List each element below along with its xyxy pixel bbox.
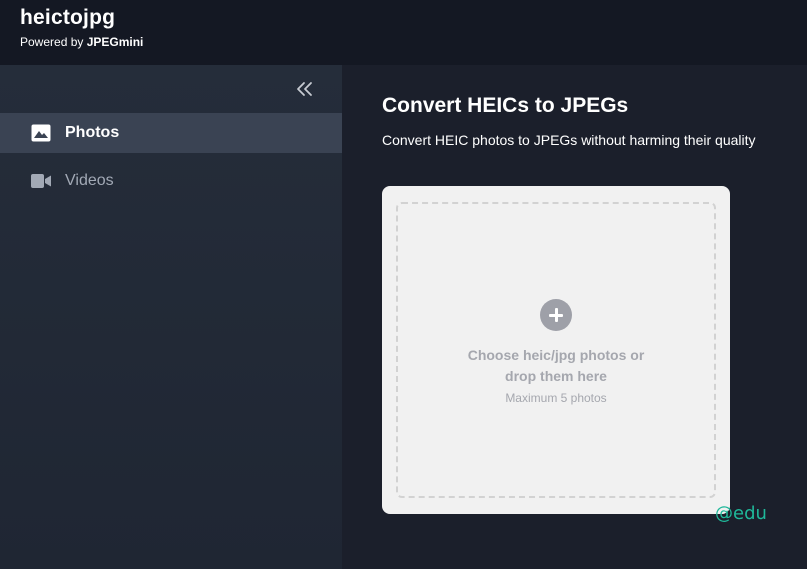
max-photos-hint: Maximum 5 photos <box>505 391 607 405</box>
file-drop-zone[interactable]: Choose heic/jpg photos or drop them here… <box>396 202 716 498</box>
page-title: Convert HEICs to JPEGs <box>382 94 629 117</box>
drop-zone-line-1: Choose heic/jpg photos or <box>467 347 645 363</box>
app-header: heictojpg Powered by JPEGmini <box>0 0 807 65</box>
powered-by-text: Powered by JPEGmini <box>20 35 143 49</box>
plus-circle-icon[interactable] <box>540 299 572 331</box>
drop-zone-line-2: drop them here <box>505 368 607 384</box>
collapse-sidebar-button[interactable] <box>292 77 316 101</box>
sidebar-item-photos[interactable]: Photos <box>0 113 342 153</box>
watermark-text: @edu <box>715 503 767 524</box>
image-icon <box>31 124 51 142</box>
app-title: heictojpg <box>20 6 116 29</box>
powered-by-prefix: Powered by <box>20 35 87 49</box>
powered-by-brand: JPEGmini <box>86 35 144 49</box>
upload-card: Choose heic/jpg photos or drop them here… <box>382 186 730 514</box>
double-chevron-left-icon <box>297 82 312 96</box>
sidebar-item-label: Photos <box>65 124 120 141</box>
sidebar-item-label: Videos <box>65 172 114 189</box>
sidebar-item-videos[interactable]: Videos <box>0 161 342 201</box>
video-camera-icon <box>31 174 51 188</box>
drop-zone-instructions: Choose heic/jpg photos or drop them here <box>398 345 714 387</box>
page-subtitle: Convert HEIC photos to JPEGs without har… <box>382 132 756 148</box>
sidebar: Photos Videos <box>0 65 342 569</box>
